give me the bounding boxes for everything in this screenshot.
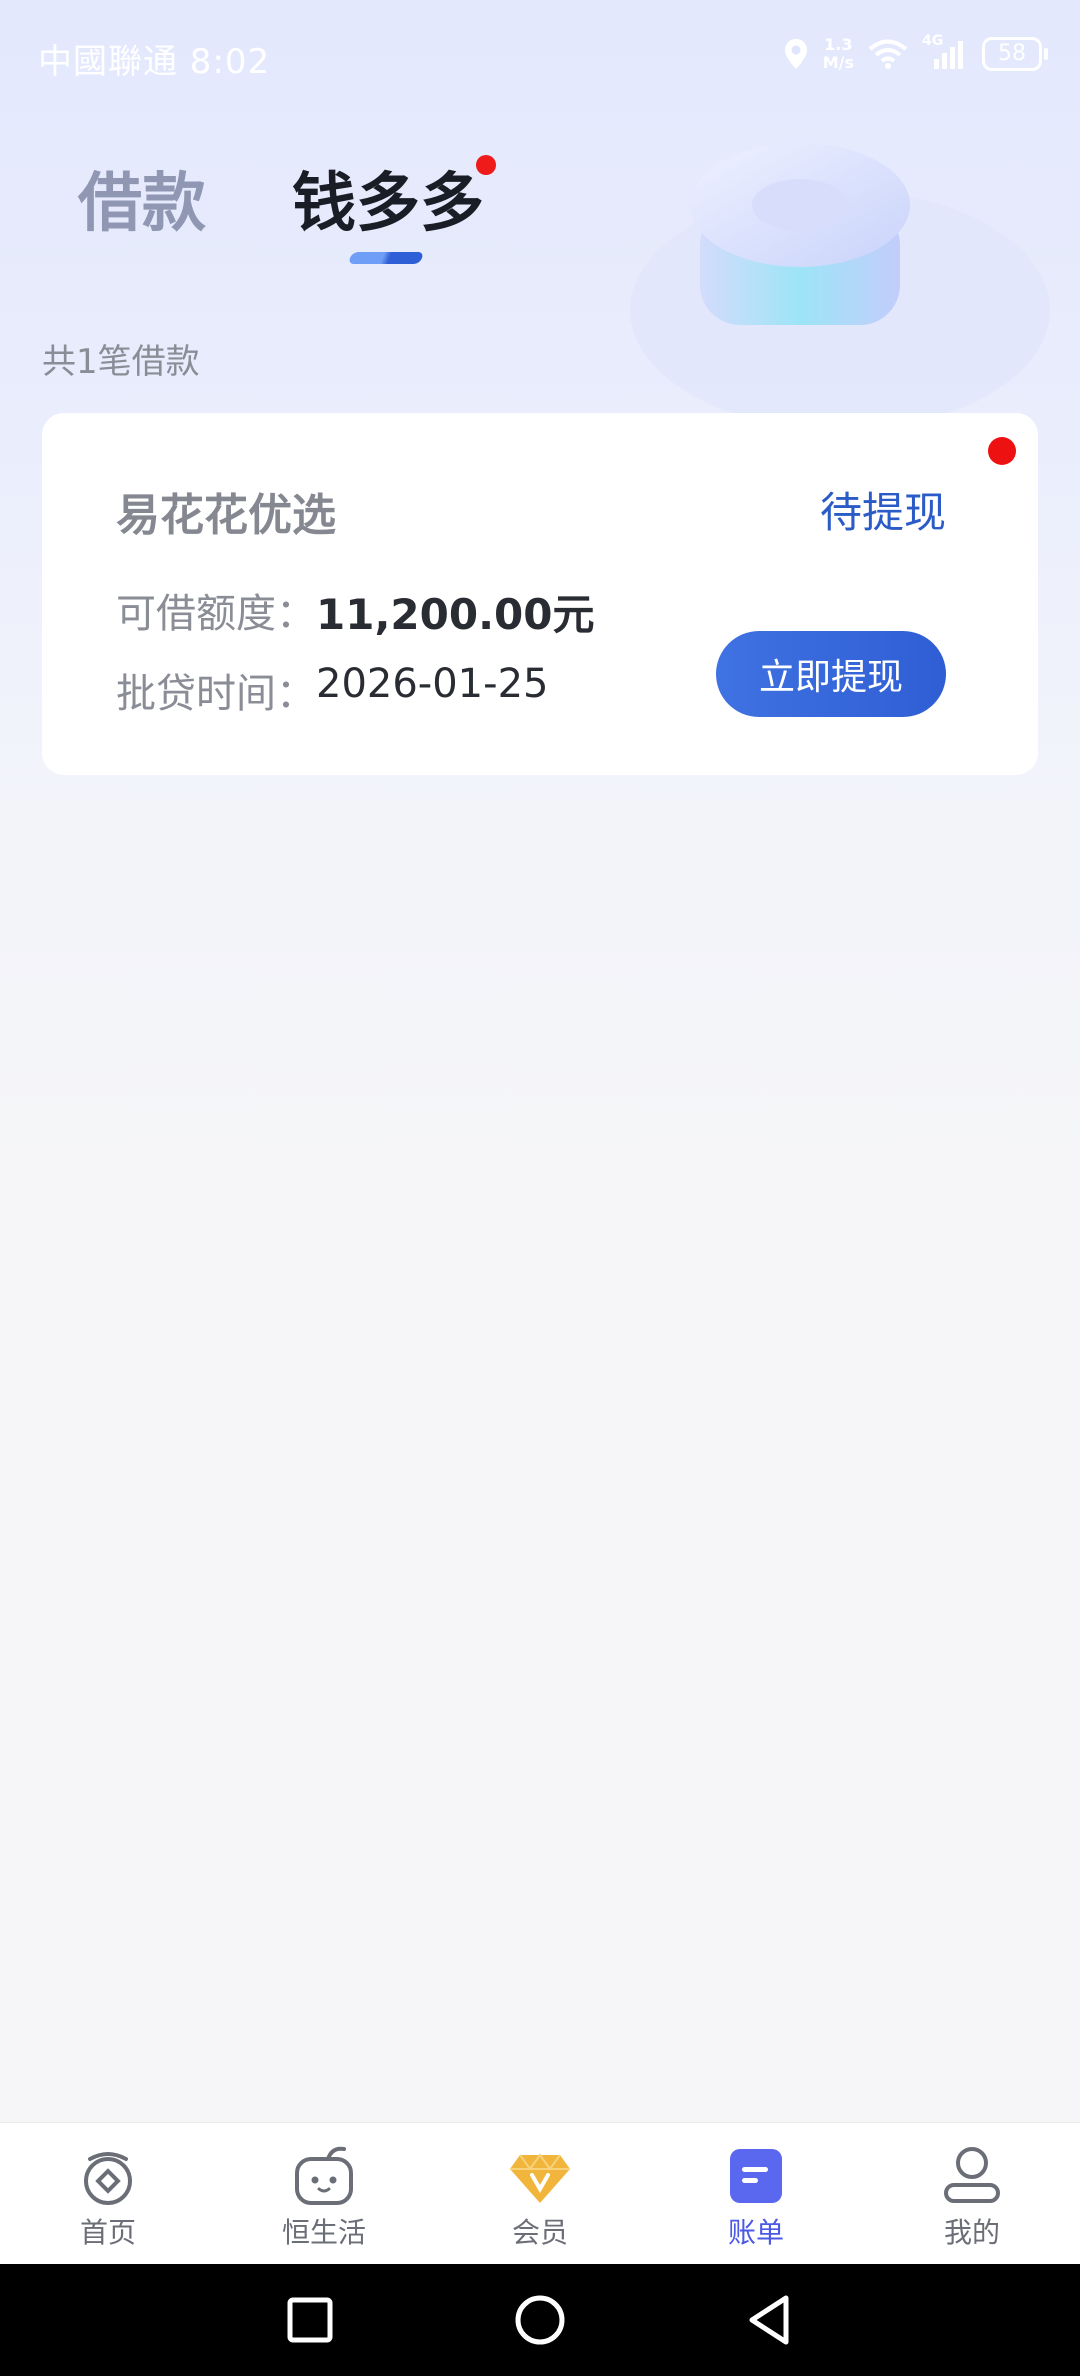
tabbar-item-bill[interactable]: 账单 [648,2123,864,2265]
credit-limit-value: 11,200.00元 [316,590,595,639]
net-speed-value: 1.3 [824,35,853,54]
vip-diamond-icon [510,2153,570,2203]
tab-notification-dot [476,155,496,175]
status-bar: 中國聯通 8:02 1.3 M/s 4G 58 [0,0,1080,118]
product-name: 易花花优选 [116,490,336,541]
cellular-signal: 4G [922,33,968,71]
credit-limit-label: 可借额度： [116,591,316,637]
battery-icon: 58 [982,37,1048,71]
back-icon[interactable] [738,2288,802,2352]
tabbar-label-home: 首页 [79,2216,136,2249]
tabbar-item-vip[interactable]: 会员 [432,2123,648,2265]
location-icon [784,39,807,69]
loan-status: 待提现 [819,488,946,537]
life-icon [295,2146,353,2205]
tabbar-item-profile[interactable]: 我的 [864,2123,1080,2265]
status-icons: 1.3 M/s 4G 58 [783,33,1048,72]
tab-active-indicator [347,252,425,264]
tabbar-label-vip: 会员 [511,2216,568,2249]
tabbar-item-home[interactable]: 首页 [0,2123,216,2265]
tabbar-label-profile: 我的 [943,2216,1000,2249]
bill-icon [730,2149,782,2203]
loan-count: 共1笔借款 [42,342,200,382]
tab-loan[interactable]: 借款 [78,152,206,244]
approval-date-row: 批贷时间： 2026-01-25 [116,661,548,719]
signal-icon [934,41,963,69]
tabbar-label-bill: 账单 [727,2216,784,2249]
system-navigation-bar [0,2264,1080,2376]
net-speed-unit: M/s [822,53,854,72]
tab-qianduoduo[interactable]: 钱多多 [292,152,484,244]
carrier-time: 中國聯通 8:02 [38,42,271,82]
loan-card[interactable]: 易花花优选 待提现 可借额度： 11,200.00元 批贷时间： 2026-01… [42,413,1038,775]
credit-limit-row: 可借额度： 11,200.00元 [116,581,594,642]
net-speed: 1.3 M/s [823,36,854,72]
tabbar-item-life[interactable]: 恒生活 [216,2123,432,2265]
bottom-tab-bar: 首页 恒生活 会员 账单 我的 [0,2122,1080,2265]
wifi-icon [868,39,908,69]
profile-icon [944,2147,1000,2203]
approval-date-value: 2026-01-25 [316,661,549,707]
decorative-ring-graphic [630,143,1050,430]
home-circle-icon[interactable] [508,2288,572,2352]
withdraw-now-button[interactable]: 立即提现 [716,631,946,717]
tabbar-label-life: 恒生活 [281,2216,366,2249]
approval-date-label: 批贷时间： [116,671,316,717]
card-notification-dot [988,437,1016,465]
recent-apps-icon[interactable] [278,2288,342,2352]
home-icon [84,2152,132,2205]
